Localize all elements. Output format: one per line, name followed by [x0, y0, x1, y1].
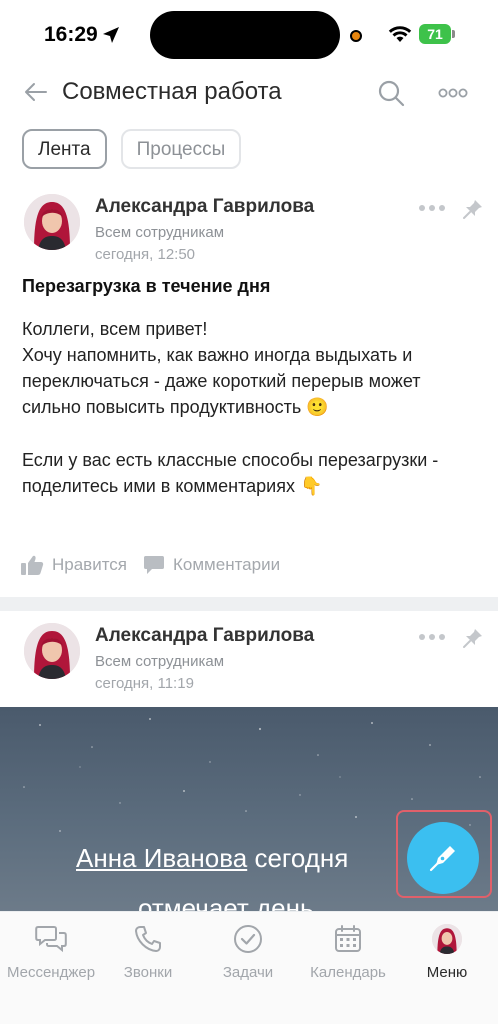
nav-calendar[interactable]: Календарь — [298, 922, 398, 981]
post-divider — [0, 597, 498, 611]
nav-label: Звонки — [123, 964, 173, 981]
post-actions: Нравится Комментарии — [20, 554, 280, 576]
pen-nib-icon — [429, 846, 455, 872]
post-timestamp: сегодня, 11:19 — [95, 675, 194, 692]
status-bar: 16:29 71 — [0, 0, 498, 70]
avatar-image — [24, 623, 80, 679]
post-more-button[interactable] — [416, 200, 448, 216]
post-paragraph: Если у вас есть классные способы перезаг… — [22, 447, 482, 500]
nav-calls[interactable]: Звонки — [98, 922, 198, 981]
calendar-icon — [335, 925, 361, 952]
back-button[interactable] — [20, 78, 52, 106]
nav-label: Меню — [426, 964, 468, 981]
nav-messenger[interactable]: Мессенджер — [1, 922, 101, 981]
pin-icon — [463, 200, 482, 219]
search-icon — [378, 80, 405, 107]
location-arrow-icon — [103, 27, 119, 43]
recording-indicator-icon — [350, 30, 362, 42]
more-dots-icon — [438, 88, 468, 98]
more-dots-icon — [419, 634, 445, 640]
post-body: Коллеги, всем привет! Хочу напомнить, как… — [22, 316, 482, 526]
banner-text: Анна Иванова сегодня — [76, 843, 348, 874]
comment-icon — [144, 556, 165, 574]
avatar-image — [24, 194, 80, 250]
post-text: Коллеги, всем привет! — [22, 319, 208, 339]
check-circle-icon — [234, 925, 262, 953]
pin-button[interactable] — [460, 196, 486, 222]
post-more-button[interactable] — [416, 629, 448, 645]
app-header: Совместная работа — [0, 70, 498, 120]
more-dots-icon — [419, 205, 445, 211]
nav-label: Мессенджер — [6, 964, 96, 981]
smile-emoji-icon: 🙂 — [306, 397, 329, 418]
more-options-button[interactable] — [434, 78, 472, 108]
banner-text-rest: сегодня — [247, 843, 349, 873]
nav-menu[interactable]: Меню — [397, 922, 497, 981]
search-button[interactable] — [374, 76, 408, 110]
author-avatar[interactable] — [24, 623, 80, 679]
bottom-navigation: Мессенджер Звонки Задачи Календарь Меню — [0, 911, 498, 1024]
phone-icon — [135, 926, 161, 952]
battery-tip — [452, 30, 455, 38]
post-heading: Перезагрузка в течение дня — [22, 276, 271, 296]
person-link[interactable]: Анна Иванова — [76, 843, 247, 873]
feed-post: Александра Гаврилова Всем сотрудникам се… — [0, 182, 498, 597]
like-button[interactable]: Нравится — [20, 554, 127, 576]
tab-feed[interactable]: Лента — [22, 129, 107, 169]
post-text: Хочу напомнить, как важно иногда выдыхат… — [22, 345, 421, 417]
post-audience: Всем сотрудникам — [95, 224, 225, 241]
point-down-emoji-icon: 👇 — [300, 476, 323, 497]
post-author[interactable]: Александра Гаврилова — [95, 625, 314, 647]
post-author[interactable]: Александра Гаврилова — [95, 196, 314, 218]
comments-button[interactable]: Комментарии — [143, 555, 280, 575]
wifi-icon — [388, 26, 412, 42]
thumbs-up-icon — [21, 555, 44, 575]
create-post-button[interactable] — [407, 822, 479, 894]
post-audience: Всем сотрудникам — [95, 653, 225, 670]
pin-icon — [463, 629, 482, 648]
avatar — [432, 924, 462, 954]
post-paragraph: Коллеги, всем привет! Хочу напомнить, как… — [22, 316, 482, 421]
dynamic-island — [150, 11, 340, 59]
pin-button[interactable] — [460, 625, 486, 651]
messenger-icon — [35, 926, 67, 953]
back-arrow-icon — [25, 83, 47, 101]
like-label: Нравится — [52, 555, 128, 574]
tab-processes[interactable]: Процессы — [120, 129, 242, 169]
status-time: 16:29 — [44, 23, 98, 46]
author-avatar[interactable] — [24, 194, 80, 250]
nav-label: Календарь — [310, 964, 386, 981]
post-text: Если у вас есть классные способы перезаг… — [22, 450, 439, 496]
nav-label: Задачи — [222, 964, 274, 981]
feed-tabs: Лента Процессы — [22, 129, 242, 169]
nav-tasks[interactable]: Задачи — [198, 922, 298, 981]
avatar-image — [432, 924, 462, 954]
battery-indicator: 71 — [419, 24, 451, 44]
post-timestamp: сегодня, 12:50 — [95, 246, 196, 263]
page-title: Совместная работа — [62, 78, 282, 105]
comments-label: Комментарии — [173, 555, 281, 574]
